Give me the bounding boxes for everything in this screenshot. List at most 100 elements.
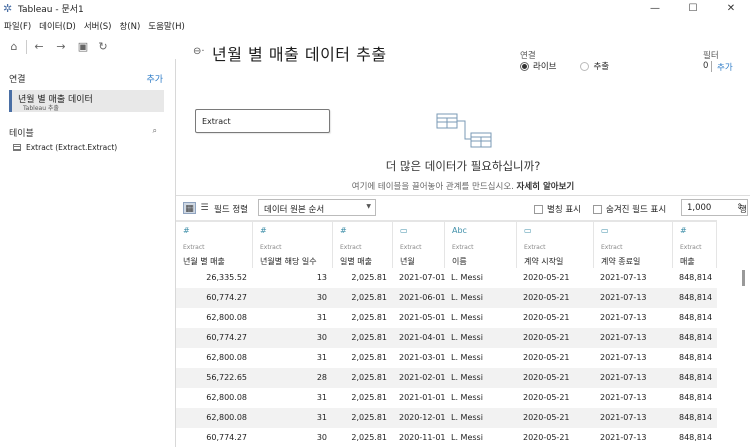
scrollbar-thumb[interactable] (742, 270, 745, 286)
menu-server[interactable]: 서버(S) (80, 20, 116, 32)
string-type-icon[interactable]: Abc (452, 226, 467, 235)
title-bar: ✲ Tableau - 문서1 — ☐ ✕ (0, 0, 750, 17)
column-name[interactable]: 이름 (452, 256, 467, 267)
drag-hint-text: 여기에 테이블을 끌어놓아 관계를 만드십시오. (351, 182, 514, 192)
toolbar: ⌂ ← → ▣ ↻ (0, 34, 176, 59)
column-name[interactable]: 년월 별 매출 (183, 256, 225, 267)
number-type-icon[interactable]: # (183, 226, 190, 235)
learn-more-link[interactable]: 자세히 알아보기 (517, 182, 575, 192)
table-cell: 2020-05-21 (523, 353, 570, 362)
menu-file[interactable]: 파일(F) (0, 20, 35, 32)
table-cell: 2020-05-21 (523, 333, 570, 342)
table-cell: 848,814 (679, 393, 713, 402)
add-filter-link[interactable]: 추가 (717, 61, 733, 73)
column-name[interactable]: 일별 매출 (340, 256, 372, 267)
alias-check-box[interactable] (534, 204, 543, 214)
table-cell: 30 (316, 333, 327, 342)
maximize-button[interactable]: ☐ (674, 0, 712, 17)
sort-fields-select[interactable]: 데이터 원본 순서 ▼ (258, 199, 376, 216)
table-row: 26,335.52 13 2,025.81 2021-07-01 L. Messi 202… (176, 268, 717, 288)
column-header[interactable]: # Extract 매출 (673, 220, 717, 268)
table-row: 62,800.08 31 2,025.81 2021-05-01 L. Messi 202… (176, 308, 717, 328)
table-cell: 62,800.08 (206, 393, 247, 402)
home-icon[interactable]: ⌂ (6, 39, 22, 55)
number-type-icon[interactable]: # (340, 226, 347, 235)
search-icon[interactable]: ⌕ (153, 126, 157, 136)
table-cell: 2,025.81 (351, 313, 387, 322)
column-header[interactable]: ▭ Extract 계약 종료일 (594, 220, 673, 268)
show-hidden-fields-checkbox[interactable]: 숨겨진 필드 표시 (593, 203, 666, 215)
column-source: Extract (400, 244, 422, 251)
column-header[interactable]: # Extract 년월별 해당 일수 (253, 220, 333, 268)
table-cell: 2020-12-01 (399, 413, 445, 422)
table-cell: 848,814 (679, 433, 713, 442)
extract-label[interactable]: 추출 (593, 60, 609, 72)
grid-view-icon[interactable]: ▦ (183, 202, 196, 214)
number-type-icon[interactable]: # (680, 226, 687, 235)
column-header[interactable]: # Extract 일별 매출 (333, 220, 393, 268)
hidden-label: 숨겨진 필드 표시 (606, 205, 667, 215)
table-cell: 848,814 (679, 273, 713, 282)
table-cell: 31 (316, 313, 327, 322)
table-item[interactable]: Extract (Extract.Extract) (13, 143, 117, 152)
back-icon[interactable]: ← (31, 39, 47, 55)
table-cell: 2,025.81 (351, 353, 387, 362)
column-header[interactable]: # Extract 년월 별 매출 (176, 220, 253, 268)
tableau-logo-icon: ✲ (3, 1, 13, 15)
column-source: Extract (601, 244, 623, 251)
forward-icon[interactable]: → (53, 39, 69, 55)
hidden-check-box[interactable] (593, 204, 602, 214)
live-label[interactable]: 라이브 (533, 60, 556, 72)
sort-fields-value: 데이터 원본 순서 (264, 205, 325, 215)
sort-fields-label: 필드 정렬 (214, 205, 248, 215)
table-cell: 2,025.81 (351, 413, 387, 422)
connection-type-group: 라이브 추출 (520, 60, 633, 72)
table-cell: 56,722.65 (206, 373, 247, 382)
column-name[interactable]: 매출 (680, 256, 695, 267)
menu-data[interactable]: 데이터(D) (35, 20, 80, 32)
extract-table-box[interactable]: Extract (195, 109, 330, 133)
column-name[interactable]: 계약 시작일 (524, 256, 563, 267)
table-cell: 2,025.81 (351, 293, 387, 302)
rows-input[interactable]: 1,000 ⇕ (681, 199, 748, 216)
connection-item[interactable]: 년월 별 매출 데이터 Tableau 추출 (9, 90, 164, 112)
table-cell: 2021-07-13 (600, 353, 647, 362)
page-title[interactable]: 년월 별 매출 데이터 추출 (212, 41, 387, 65)
rows-value: 1,000 (687, 203, 712, 213)
date-type-icon[interactable]: ▭ (400, 226, 408, 235)
column-name[interactable]: 계약 종료일 (601, 256, 640, 267)
live-radio[interactable] (520, 61, 529, 71)
column-header[interactable]: Abc Extract 이름 (445, 220, 517, 268)
table-cell: 2020-05-21 (523, 293, 570, 302)
table-cell: 2,025.81 (351, 393, 387, 402)
date-type-icon[interactable]: ▭ (524, 226, 532, 235)
list-view-icon[interactable]: ☰ (198, 202, 211, 214)
grid-toolbar: ▦ ☰ 필드 정렬 데이터 원본 순서 ▼ 별칭 표시 숨겨진 필드 표시 1,… (176, 195, 750, 220)
menu-window[interactable]: 창(N) (115, 20, 144, 32)
save-icon[interactable]: ▣ (75, 39, 91, 55)
column-header[interactable]: ▭ Extract 년월 (393, 220, 445, 268)
show-aliases-checkbox[interactable]: 별칭 표시 (534, 203, 581, 215)
column-name[interactable]: 년월별 해당 일수 (260, 256, 317, 267)
column-name[interactable]: 년월 (400, 256, 415, 267)
table-cell: 848,814 (679, 313, 713, 322)
table-row: 56,722.65 28 2,025.81 2021-02-01 L. Messi 202… (176, 368, 717, 388)
close-button[interactable]: ✕ (712, 0, 750, 17)
relationship-icon (436, 113, 492, 148)
add-connection-link[interactable]: 추가 (146, 72, 163, 85)
table-row: 60,774.27 30 2,025.81 2021-04-01 L. Messi 202… (176, 328, 717, 348)
table-cell: 2021-03-01 (399, 353, 445, 362)
vertical-scrollbar[interactable] (742, 268, 746, 447)
menu-help[interactable]: 도움말(H) (144, 20, 188, 32)
table-cell: 2020-05-21 (523, 393, 570, 402)
refresh-icon[interactable]: ↻ (95, 39, 111, 55)
date-type-icon[interactable]: ▭ (601, 226, 609, 235)
column-header[interactable]: ▭ Extract 계약 시작일 (517, 220, 594, 268)
extract-radio[interactable] (580, 61, 590, 71)
table-cell: 60,774.27 (206, 433, 247, 442)
number-type-icon[interactable]: # (260, 226, 267, 235)
table-cell: 2021-07-01 (399, 273, 445, 282)
column-source: Extract (260, 244, 282, 251)
table-cell: 31 (316, 393, 327, 402)
minimize-button[interactable]: — (636, 0, 674, 17)
